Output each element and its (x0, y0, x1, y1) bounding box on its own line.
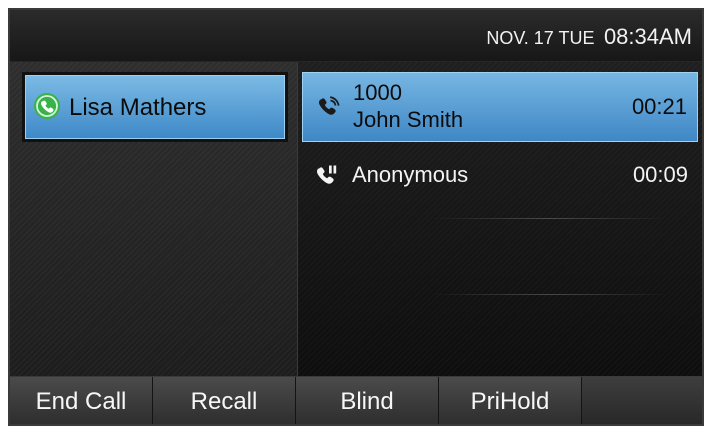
time-label: 08:34AM (603, 24, 692, 49)
list-divider (430, 218, 670, 219)
held-call-item[interactable]: Anonymous 00:09 (302, 148, 698, 218)
call-duration: 00:09 (632, 162, 688, 187)
empty-softkey (582, 377, 702, 424)
call-list-panel: 1000 John Smith 00:21 Anonymous 00:09 (298, 62, 702, 376)
date-label: NOV. 17 TUE (486, 28, 595, 48)
contact-name: Lisa Mathers (69, 94, 207, 121)
phone-active-green-icon (34, 93, 60, 119)
call-name: Anonymous (352, 162, 469, 187)
datetime: NOV. 17 TUE 08:34AM (486, 24, 692, 50)
softkey-bar: End Call Recall Blind PriHold (10, 376, 702, 424)
phone-hold-icon (316, 165, 337, 184)
call-duration: 00:21 (631, 94, 687, 119)
call-number: 1000 (353, 80, 402, 105)
phone-screen: NOV. 17 TUE 08:34AM Lisa Mathers 1000 Jo… (8, 8, 704, 426)
blind-button[interactable]: Blind (296, 377, 439, 424)
phone-talking-icon (318, 96, 340, 115)
status-bar: NOV. 17 TUE 08:34AM (10, 10, 702, 62)
left-contacts-panel: Lisa Mathers (10, 62, 298, 376)
list-divider (430, 294, 670, 295)
prihold-button[interactable]: PriHold (439, 377, 582, 424)
active-call-item[interactable]: 1000 John Smith 00:21 (302, 72, 698, 142)
contact-card[interactable]: Lisa Mathers (22, 72, 288, 142)
recall-button[interactable]: Recall (153, 377, 296, 424)
end-call-button[interactable]: End Call (10, 377, 153, 424)
call-name: John Smith (353, 107, 464, 132)
